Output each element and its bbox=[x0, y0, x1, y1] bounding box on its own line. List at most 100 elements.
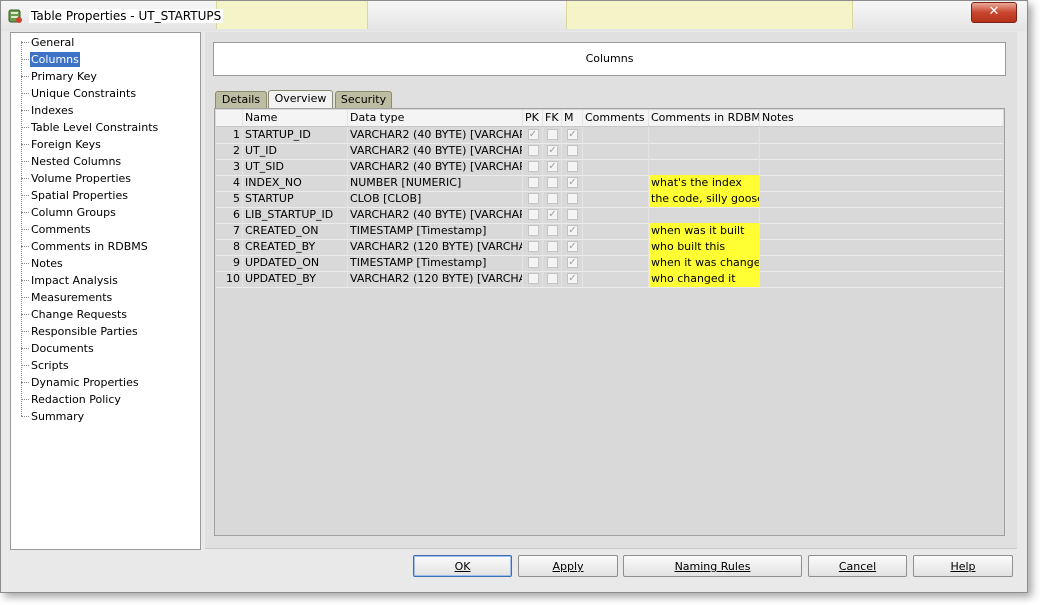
column-name-cell[interactable]: UPDATED_ON bbox=[243, 255, 348, 271]
comments-rdbms-cell[interactable] bbox=[649, 207, 760, 223]
header-data-type[interactable]: Data type bbox=[348, 110, 523, 126]
checkbox[interactable] bbox=[547, 273, 558, 284]
comments-cell[interactable] bbox=[583, 255, 649, 271]
row-number[interactable]: 3 bbox=[216, 159, 243, 175]
fk-checkbox[interactable]: ✓ bbox=[543, 207, 562, 223]
data-type-cell[interactable]: VARCHAR2 (40 BYTE) [VARCHAR] bbox=[348, 127, 523, 143]
close-button[interactable]: ✕ bbox=[971, 2, 1017, 23]
table-row[interactable]: 7 CREATED_ON TIMESTAMP [Timestamp] ✓ when wa… bbox=[216, 223, 1003, 240]
column-name-cell[interactable]: CREATED_ON bbox=[243, 223, 348, 239]
mandatory-checkbox[interactable] bbox=[562, 159, 583, 175]
comments-rdbms-cell[interactable] bbox=[649, 143, 760, 159]
checkbox[interactable] bbox=[567, 209, 578, 220]
fk-checkbox[interactable] bbox=[543, 223, 562, 239]
column-name-cell[interactable]: STARTUP bbox=[243, 191, 348, 207]
notes-cell[interactable] bbox=[760, 191, 1003, 207]
header-pk[interactable]: PK bbox=[523, 110, 543, 126]
tab-security[interactable]: Security bbox=[335, 91, 392, 108]
comments-rdbms-cell[interactable]: what's the index bbox=[649, 175, 760, 191]
checkbox[interactable] bbox=[527, 257, 539, 268]
comments-rdbms-cell[interactable] bbox=[649, 159, 760, 175]
table-row[interactable]: 5 STARTUP CLOB [CLOB] the code, silly goose… bbox=[216, 191, 1003, 208]
table-row[interactable]: 2 UT_ID VARCHAR2 (40 BYTE) [VARCHAR] ✓ bbox=[216, 143, 1003, 160]
notes-cell[interactable] bbox=[760, 239, 1003, 255]
row-number[interactable]: 6 bbox=[216, 207, 243, 223]
comments-rdbms-cell[interactable]: when it was changed bbox=[649, 255, 760, 271]
checkbox[interactable] bbox=[547, 177, 558, 188]
checkbox[interactable] bbox=[527, 209, 539, 220]
pk-checkbox[interactable] bbox=[523, 239, 543, 255]
checkbox[interactable] bbox=[547, 241, 558, 252]
data-type-cell[interactable]: CLOB [CLOB] bbox=[348, 191, 523, 207]
checkbox[interactable] bbox=[527, 161, 539, 172]
cancel-button[interactable]: Cancel bbox=[808, 555, 907, 577]
naming-rules-button[interactable]: Naming Rules bbox=[623, 555, 802, 577]
comments-rdbms-cell[interactable]: who built this bbox=[649, 239, 760, 255]
checkbox[interactable]: ✓ bbox=[567, 257, 578, 268]
navigation-tree[interactable]: General Columns Primary Key Unique Constrai… bbox=[10, 32, 201, 550]
checkbox[interactable] bbox=[527, 273, 539, 284]
mandatory-checkbox[interactable] bbox=[562, 191, 583, 207]
column-name-cell[interactable]: UT_SID bbox=[243, 159, 348, 175]
row-number[interactable]: 5 bbox=[216, 191, 243, 207]
notes-cell[interactable] bbox=[760, 255, 1003, 271]
comments-cell[interactable] bbox=[583, 271, 649, 287]
notes-cell[interactable] bbox=[760, 207, 1003, 223]
notes-cell[interactable] bbox=[760, 143, 1003, 159]
checkbox[interactable] bbox=[547, 193, 558, 204]
column-name-cell[interactable]: UPDATED_BY bbox=[243, 271, 348, 287]
pk-checkbox[interactable] bbox=[523, 175, 543, 191]
checkbox[interactable]: ✓ bbox=[527, 129, 539, 140]
checkbox[interactable] bbox=[547, 225, 558, 236]
comments-rdbms-cell[interactable] bbox=[649, 127, 760, 143]
data-type-cell[interactable]: TIMESTAMP [Timestamp] bbox=[348, 223, 523, 239]
row-number[interactable]: 7 bbox=[216, 223, 243, 239]
fk-checkbox[interactable] bbox=[543, 191, 562, 207]
header-notes[interactable]: Notes bbox=[760, 110, 1003, 126]
mandatory-checkbox[interactable]: ✓ bbox=[562, 239, 583, 255]
notes-cell[interactable] bbox=[760, 271, 1003, 287]
mandatory-checkbox[interactable]: ✓ bbox=[562, 271, 583, 287]
apply-button[interactable]: Apply bbox=[518, 555, 618, 577]
data-type-cell[interactable]: TIMESTAMP [Timestamp] bbox=[348, 255, 523, 271]
row-number[interactable]: 8 bbox=[216, 239, 243, 255]
notes-cell[interactable] bbox=[760, 223, 1003, 239]
table-row[interactable]: 6 LIB_STARTUP_ID VARCHAR2 (40 BYTE) [VARCH… bbox=[216, 207, 1003, 224]
help-button[interactable]: Help bbox=[913, 555, 1013, 577]
pk-checkbox[interactable] bbox=[523, 159, 543, 175]
comments-rdbms-cell[interactable]: who changed it bbox=[649, 271, 760, 287]
mandatory-checkbox[interactable] bbox=[562, 207, 583, 223]
header-fk[interactable]: FK bbox=[543, 110, 562, 126]
data-type-cell[interactable]: VARCHAR2 (40 BYTE) [VARCHAR] bbox=[348, 207, 523, 223]
checkbox[interactable]: ✓ bbox=[567, 225, 578, 236]
checkbox[interactable]: ✓ bbox=[567, 177, 578, 188]
table-row[interactable]: 4 INDEX_NO NUMBER [NUMERIC] ✓ what's the ind… bbox=[216, 175, 1003, 192]
checkbox[interactable] bbox=[567, 145, 578, 156]
comments-rdbms-cell[interactable]: when was it built bbox=[649, 223, 760, 239]
checkbox[interactable] bbox=[527, 241, 539, 252]
fk-checkbox[interactable] bbox=[543, 239, 562, 255]
notes-cell[interactable] bbox=[760, 175, 1003, 191]
column-name-cell[interactable]: STARTUP_ID bbox=[243, 127, 348, 143]
fk-checkbox[interactable] bbox=[543, 127, 562, 143]
table-row[interactable]: 8 CREATED_BY VARCHAR2 (120 BYTE) [VARCHAR]… bbox=[216, 239, 1003, 256]
header-comments[interactable]: Comments bbox=[583, 110, 649, 126]
notes-cell[interactable] bbox=[760, 159, 1003, 175]
notes-cell[interactable] bbox=[760, 127, 1003, 143]
checkbox[interactable]: ✓ bbox=[547, 209, 558, 220]
column-name-cell[interactable]: INDEX_NO bbox=[243, 175, 348, 191]
table-row[interactable]: 1 STARTUP_ID VARCHAR2 (40 BYTE) [VARCHAR] ✓… bbox=[216, 127, 1003, 144]
fk-checkbox[interactable]: ✓ bbox=[543, 143, 562, 159]
mandatory-checkbox[interactable]: ✓ bbox=[562, 127, 583, 143]
checkbox[interactable]: ✓ bbox=[547, 161, 558, 172]
column-name-cell[interactable]: LIB_STARTUP_ID bbox=[243, 207, 348, 223]
ok-button[interactable]: OK bbox=[413, 555, 512, 577]
checkbox[interactable]: ✓ bbox=[567, 129, 578, 140]
comments-cell[interactable] bbox=[583, 143, 649, 159]
row-number[interactable]: 10 bbox=[216, 271, 243, 287]
fk-checkbox[interactable]: ✓ bbox=[543, 159, 562, 175]
row-number[interactable]: 4 bbox=[216, 175, 243, 191]
comments-rdbms-cell[interactable]: the code, silly goose! bbox=[649, 191, 760, 207]
header-comments-rdbms[interactable]: Comments in RDBMS bbox=[649, 110, 760, 126]
checkbox[interactable] bbox=[567, 193, 578, 204]
